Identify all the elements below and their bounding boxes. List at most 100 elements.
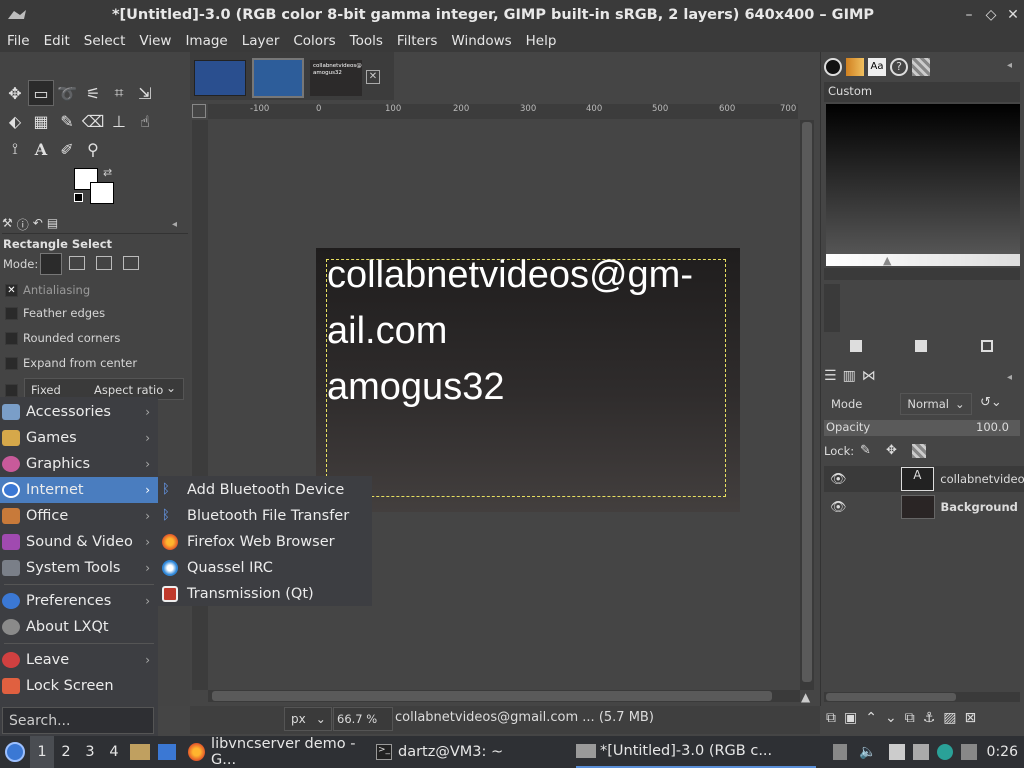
zoom-tool-icon[interactable]: ⚲ [80, 136, 106, 162]
task-terminal[interactable]: >_ dartz@VM3: ~ [376, 736, 576, 768]
layers-scrollbar-thumb[interactable] [826, 693, 956, 701]
desktop-2[interactable]: 2 [54, 736, 78, 768]
menu-help[interactable]: Help [519, 33, 564, 49]
add-icon[interactable] [915, 340, 927, 352]
menu-windows[interactable]: Windows [444, 33, 518, 49]
lower-layer-icon[interactable]: ⌄ [885, 710, 897, 726]
clock[interactable]: 0:26 [987, 744, 1018, 760]
crop-tool-icon[interactable]: ⌗ [106, 80, 132, 106]
new-layer-icon[interactable]: ⧉ [826, 710, 836, 726]
gradient-tool-icon[interactable]: ▦ [28, 108, 54, 134]
image-tab-3[interactable]: collabnetvideos@gmail.com amogus32 [310, 60, 362, 96]
gradient-tab-icon[interactable] [912, 58, 930, 76]
mask-layer-icon[interactable]: ▨ [943, 710, 956, 726]
menu-search-input[interactable]: Search... [2, 707, 154, 734]
menu-item-graphics[interactable]: Graphics › [0, 451, 158, 477]
paths-tool-icon[interactable]: ⟟ [2, 136, 28, 162]
paintbrush-tool-icon[interactable]: ✎ [54, 108, 80, 134]
menu-item-preferences[interactable]: Preferences › [0, 588, 158, 614]
menu-file[interactable]: File [0, 33, 37, 49]
navigate-icon[interactable]: ▲ [801, 690, 810, 704]
expand-from-center-checkbox[interactable] [5, 357, 18, 370]
zoom-dropdown[interactable]: 66.7 % [333, 707, 393, 731]
quick-mask-icon[interactable] [192, 104, 206, 118]
mode-subtract-icon[interactable] [96, 256, 112, 270]
reset-mode-icon[interactable]: ↺⌄ [980, 395, 1002, 410]
layer-row[interactable]: 👁 A collabnetvideo [824, 466, 1024, 492]
menu-colors[interactable]: Colors [286, 33, 342, 49]
show-desktop-icon[interactable] [158, 744, 176, 760]
dock-menu-icon[interactable]: ◂ [1007, 60, 1012, 71]
update-icon[interactable] [936, 744, 953, 760]
paths-tab-icon[interactable]: ⋈ [862, 368, 876, 384]
screenshot-icon[interactable] [912, 744, 929, 760]
layers-scrollbar[interactable] [824, 692, 1020, 702]
pattern-tab-icon[interactable] [846, 58, 864, 76]
grid-view-icon[interactable] [981, 340, 993, 352]
move-tool-icon[interactable]: ✥ [2, 80, 28, 106]
task-libvncserver[interactable]: libvncserver demo - G... [188, 736, 376, 768]
menu-item-sound-video[interactable]: Sound & Video › [0, 529, 158, 555]
layers-tab-icon[interactable]: ☰ [824, 368, 837, 384]
feather-edges-checkbox[interactable] [5, 307, 18, 320]
menu-item-accessories[interactable]: Accessories › [0, 399, 158, 425]
background-color-swatch[interactable] [90, 182, 114, 204]
mode-replace-icon[interactable] [40, 253, 62, 275]
vertical-scrollbar[interactable] [800, 120, 814, 690]
horizontal-scrollbar[interactable] [208, 690, 800, 702]
lasso-tool-icon[interactable]: ➰ [54, 80, 80, 106]
menu-item-lock-screen[interactable]: Lock Screen [0, 673, 158, 699]
menu-item-leave[interactable]: Leave › [0, 647, 158, 673]
remove-icon[interactable] [850, 340, 862, 352]
submenu-item-add-bluetooth[interactable]: ᛒ Add Bluetooth Device [158, 477, 372, 503]
new-layer-group-icon[interactable]: ▣ [844, 710, 857, 726]
undo-history-tab-icon[interactable]: ↶ [33, 216, 43, 233]
desktop-4[interactable]: 4 [102, 736, 126, 768]
volume-icon[interactable]: 🔈 [859, 744, 876, 760]
lock-position-icon[interactable]: ✥ [886, 443, 897, 458]
images-tab-icon[interactable]: ▤ [47, 216, 58, 233]
tool-options-tab-icon[interactable]: ⚒ [2, 216, 13, 233]
opacity-slider[interactable]: Opacity 100.0 [824, 420, 1020, 436]
eye-icon[interactable]: 👁 [830, 472, 847, 487]
menu-select[interactable]: Select [77, 33, 133, 49]
lock-alpha-icon[interactable] [912, 444, 926, 458]
minimize-icon[interactable]: – [958, 7, 980, 23]
horizontal-scrollbar-thumb[interactable] [212, 691, 772, 701]
menu-item-internet[interactable]: Internet › [0, 477, 158, 503]
layer-mode-dropdown[interactable]: Normal ⌄ [900, 393, 972, 415]
rect-select-tool-icon[interactable]: ▭ [28, 80, 54, 106]
clone-tool-icon[interactable]: ⊥ [106, 108, 132, 134]
menu-view[interactable]: View [132, 33, 178, 49]
fixed-checkbox[interactable] [5, 384, 18, 397]
vertical-scrollbar-thumb[interactable] [802, 122, 812, 682]
antialiasing-checkbox[interactable]: ✕ [5, 284, 18, 297]
text-tool-icon[interactable]: A [28, 136, 54, 162]
menu-tools[interactable]: Tools [343, 33, 390, 49]
submenu-item-transmission[interactable]: Transmission (Qt) [158, 581, 372, 607]
gradient-midpoint-marker[interactable]: ▲ [883, 254, 891, 267]
rounded-corners-checkbox[interactable] [5, 332, 18, 345]
menu-filters[interactable]: Filters [390, 33, 444, 49]
anchor-layer-icon[interactable]: ⚓ [923, 710, 936, 726]
unit-dropdown[interactable]: px ⌄ [284, 707, 332, 731]
mode-add-icon[interactable] [69, 256, 85, 270]
delete-layer-icon[interactable]: ⊠ [965, 710, 977, 726]
channels-tab-icon[interactable]: ▥ [843, 368, 856, 384]
submenu-item-firefox[interactable]: Firefox Web Browser [158, 529, 372, 555]
clipboard-icon[interactable] [833, 744, 848, 760]
image-tab-2[interactable] [252, 58, 304, 98]
tab-menu-icon[interactable]: ◂ [172, 219, 177, 230]
transform-tool-icon[interactable]: ⇲ [132, 80, 158, 106]
color-picker-tool-icon[interactable]: ✐ [54, 136, 80, 162]
chevron-down-icon[interactable]: ⌄ [166, 381, 176, 395]
desktop-1[interactable]: 1 [30, 736, 54, 768]
gradient-preview[interactable] [826, 104, 1020, 254]
fuzzy-select-tool-icon[interactable]: ⚟ [80, 80, 106, 106]
menu-item-games[interactable]: Games › [0, 425, 158, 451]
help-tab-icon[interactable]: ? [890, 58, 908, 76]
device-status-tab-icon[interactable]: ⓘ [17, 216, 29, 233]
menu-item-about-lxqt[interactable]: About LXQt [0, 614, 158, 640]
eye-icon[interactable]: 👁 [830, 500, 847, 515]
swap-colors-icon[interactable]: ⇄ [103, 166, 112, 179]
